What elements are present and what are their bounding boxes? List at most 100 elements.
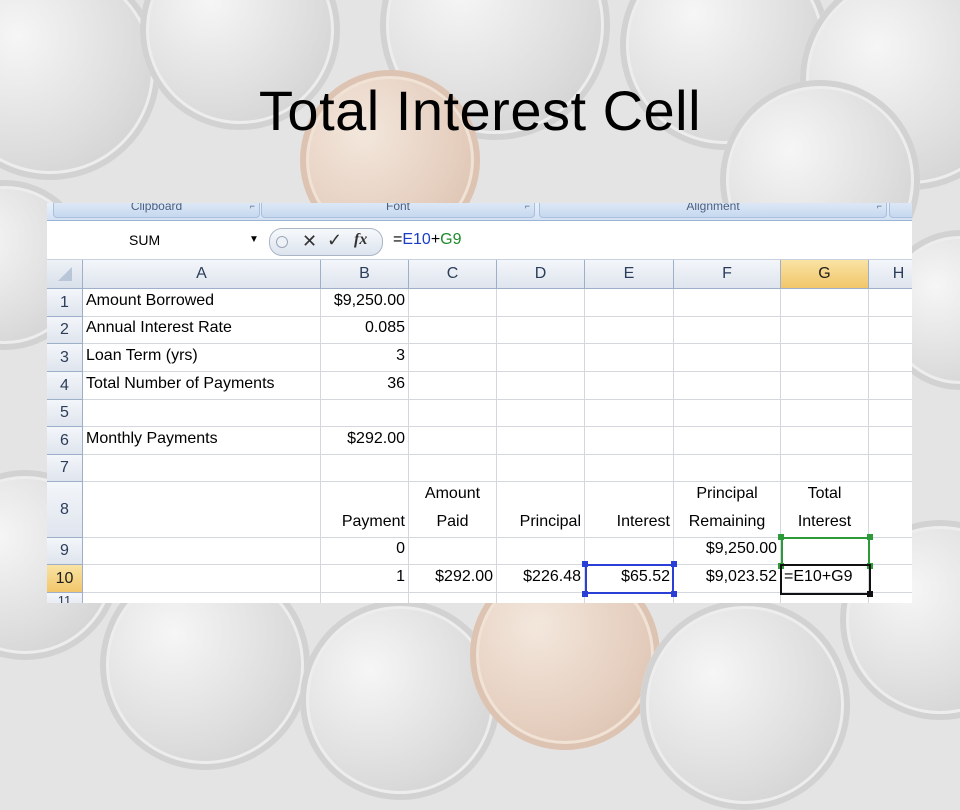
fill-handle[interactable] xyxy=(867,591,873,597)
grid-cell[interactable] xyxy=(869,372,912,400)
column-header-h[interactable]: H xyxy=(869,260,912,289)
cell-a2[interactable]: Annual Interest Rate xyxy=(83,317,321,344)
grid-cell[interactable] xyxy=(497,317,585,344)
cell-a1[interactable]: Amount Borrowed xyxy=(83,289,321,317)
chevron-down-icon[interactable]: ▼ xyxy=(249,234,259,245)
ref-handle[interactable] xyxy=(582,591,588,597)
grid-cell[interactable] xyxy=(869,400,912,427)
cell-a4[interactable]: Total Number of Payments xyxy=(83,372,321,400)
dialog-launcher-icon[interactable]: ⌐ xyxy=(250,203,255,211)
grid-cell[interactable] xyxy=(674,593,781,603)
grid-cell[interactable] xyxy=(497,344,585,372)
cell-b2[interactable]: 0.085 xyxy=(321,317,409,344)
grid-cell[interactable] xyxy=(321,400,409,427)
grid-cell[interactable] xyxy=(83,593,321,603)
cell-a3[interactable]: Loan Term (yrs) xyxy=(83,344,321,372)
grid-cell[interactable] xyxy=(585,317,674,344)
column-header-d[interactable]: D xyxy=(497,260,585,289)
grid-cell[interactable] xyxy=(781,372,869,400)
grid-cell[interactable] xyxy=(497,289,585,317)
cell-c8[interactable]: Amount Paid xyxy=(409,482,497,538)
grid-cell[interactable] xyxy=(674,372,781,400)
grid-cell[interactable] xyxy=(869,593,912,603)
grid-cell[interactable] xyxy=(83,455,321,482)
grid-cell[interactable] xyxy=(83,400,321,427)
cell-d8[interactable]: Principal xyxy=(497,482,585,538)
name-box[interactable]: SUM ▼ xyxy=(49,227,263,253)
cell-b6[interactable]: $292.00 xyxy=(321,427,409,455)
grid-cell[interactable] xyxy=(585,538,674,565)
cell-f9[interactable]: $9,250.00 xyxy=(674,538,781,565)
grid-cell[interactable] xyxy=(409,289,497,317)
grid-cell[interactable] xyxy=(585,372,674,400)
grid-cell[interactable] xyxy=(321,593,409,603)
grid-cell[interactable] xyxy=(321,455,409,482)
grid-cell[interactable] xyxy=(585,344,674,372)
row-header-2[interactable]: 2 xyxy=(47,317,83,344)
enter-check-icon[interactable]: ✓ xyxy=(327,230,342,251)
cancel-icon[interactable]: ✕ xyxy=(302,231,317,252)
ref-handle[interactable] xyxy=(867,534,873,540)
ref-handle[interactable] xyxy=(582,561,588,567)
cell-f10[interactable]: $9,023.52 xyxy=(674,565,781,593)
cell-e8[interactable]: Interest xyxy=(585,482,674,538)
grid-cell[interactable] xyxy=(497,427,585,455)
grid-cell[interactable] xyxy=(585,289,674,317)
grid-cell[interactable] xyxy=(585,593,674,603)
cell-e10[interactable]: $65.52 xyxy=(585,565,674,593)
grid-cell[interactable] xyxy=(497,400,585,427)
column-header-b[interactable]: B xyxy=(321,260,409,289)
grid-cell[interactable] xyxy=(674,455,781,482)
grid-cell[interactable] xyxy=(83,482,321,538)
ref-handle[interactable] xyxy=(778,534,784,540)
cell-b8[interactable]: Payment xyxy=(321,482,409,538)
grid-cell[interactable] xyxy=(869,427,912,455)
grid-cell[interactable] xyxy=(83,538,321,565)
ref-handle[interactable] xyxy=(671,561,677,567)
grid-cell[interactable] xyxy=(409,344,497,372)
grid-cell[interactable] xyxy=(497,372,585,400)
row-header-10[interactable]: 10 xyxy=(47,565,83,593)
cell-c10[interactable]: $292.00 xyxy=(409,565,497,593)
grid-cell[interactable] xyxy=(869,455,912,482)
cell-b3[interactable]: 3 xyxy=(321,344,409,372)
formula-input[interactable]: =E10+G9 xyxy=(393,231,462,249)
cell-g8[interactable]: Total Interest xyxy=(781,482,869,538)
grid-cell[interactable] xyxy=(781,593,869,603)
grid-cell[interactable] xyxy=(869,344,912,372)
grid-cell[interactable] xyxy=(869,482,912,538)
ref-handle[interactable] xyxy=(778,563,784,569)
grid-cell[interactable] xyxy=(781,344,869,372)
cell-g10-editing[interactable]: =E10+G9 xyxy=(781,565,869,593)
row-header-3[interactable]: 3 xyxy=(47,344,83,372)
column-header-e[interactable]: E xyxy=(585,260,674,289)
grid-cell[interactable] xyxy=(781,317,869,344)
ribbon-group-clipboard[interactable]: Clipboard ⌐ xyxy=(53,203,260,218)
select-all-corner[interactable] xyxy=(47,260,83,289)
grid-cell[interactable] xyxy=(585,455,674,482)
grid-cell[interactable] xyxy=(409,593,497,603)
row-header-5[interactable]: 5 xyxy=(47,400,83,427)
grid-cell[interactable] xyxy=(409,538,497,565)
grid-cell[interactable] xyxy=(497,455,585,482)
grid-cell[interactable] xyxy=(409,400,497,427)
grid-cell[interactable] xyxy=(674,317,781,344)
grid-cell[interactable] xyxy=(497,538,585,565)
cell-f8[interactable]: Principal Remaining xyxy=(674,482,781,538)
grid-cell[interactable] xyxy=(585,400,674,427)
dialog-launcher-icon[interactable]: ⌐ xyxy=(525,203,530,211)
grid-cell[interactable] xyxy=(497,593,585,603)
grid-cell[interactable] xyxy=(781,427,869,455)
ribbon-group-alignment[interactable]: Alignment ⌐ xyxy=(539,203,887,218)
cell-b4[interactable]: 36 xyxy=(321,372,409,400)
dialog-launcher-icon[interactable]: ⌐ xyxy=(877,203,882,211)
grip-icon[interactable] xyxy=(276,236,288,248)
grid-cell[interactable] xyxy=(674,400,781,427)
grid-cell[interactable] xyxy=(585,427,674,455)
grid-cell[interactable] xyxy=(781,455,869,482)
grid-cell[interactable] xyxy=(781,400,869,427)
ref-handle[interactable] xyxy=(671,591,677,597)
column-header-c[interactable]: C xyxy=(409,260,497,289)
row-header-4[interactable]: 4 xyxy=(47,372,83,400)
row-header-1[interactable]: 1 xyxy=(47,289,83,317)
